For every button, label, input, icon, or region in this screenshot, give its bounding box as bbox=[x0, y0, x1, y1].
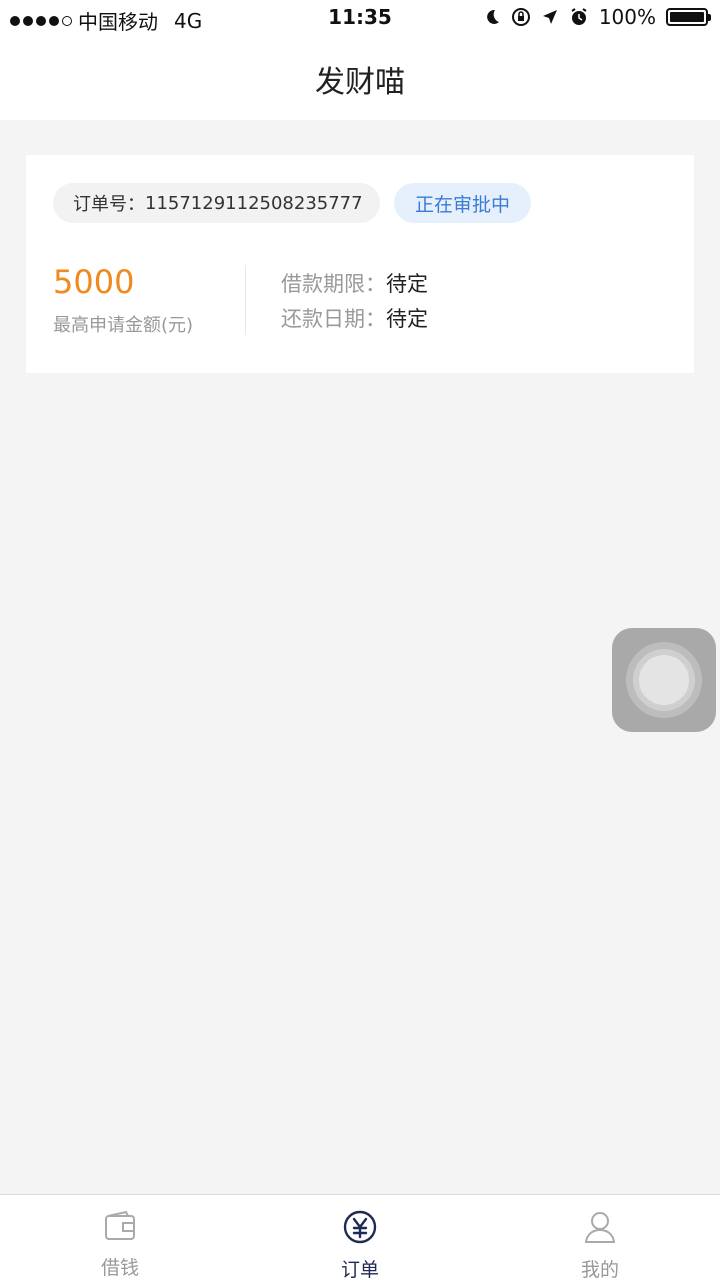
tab-borrow[interactable]: 借钱 bbox=[0, 1195, 240, 1280]
moon-icon bbox=[486, 9, 499, 24]
app-screen: 中国移动 4G 11:35 100% 发财喵 订单号： 115712911250… bbox=[0, 0, 720, 1280]
tab-bar: 借钱 订单 我的 bbox=[0, 1194, 720, 1280]
loan-term-label: 借款期限： bbox=[281, 272, 386, 296]
battery-icon bbox=[666, 8, 711, 26]
page-title: 发财喵 bbox=[315, 65, 405, 100]
repay-date-row: 还款日期：待定 bbox=[281, 303, 428, 333]
status-badge: 正在审批中 bbox=[394, 183, 531, 223]
battery-percent: 100% bbox=[598, 5, 656, 29]
order-number: 1157129112508235777 bbox=[145, 192, 363, 214]
nav-bar: 发财喵 bbox=[0, 38, 720, 120]
repay-date-value: 待定 bbox=[386, 307, 428, 331]
wallet-icon bbox=[100, 1209, 140, 1243]
yen-icon bbox=[340, 1209, 380, 1245]
order-card[interactable]: 订单号： 1157129112508235777 正在审批中 5000 最高申请… bbox=[26, 155, 694, 373]
repay-date-label: 还款日期： bbox=[281, 307, 386, 331]
assistive-touch-button[interactable] bbox=[612, 628, 716, 732]
tab-orders[interactable]: 订单 bbox=[240, 1195, 480, 1280]
tab-label: 借钱 bbox=[100, 1257, 139, 1279]
order-number-label: 订单号： bbox=[73, 194, 145, 215]
vertical-divider bbox=[245, 265, 246, 335]
loan-term-row: 借款期限：待定 bbox=[281, 268, 428, 298]
user-icon bbox=[580, 1209, 620, 1245]
order-number-pill: 订单号： 1157129112508235777 bbox=[53, 183, 380, 223]
loan-term-value: 待定 bbox=[386, 272, 428, 296]
tab-label: 订单 bbox=[340, 1259, 379, 1280]
rotation-lock-icon bbox=[511, 8, 530, 26]
amount-label: 最高申请金额(元) bbox=[53, 315, 194, 336]
alarm-icon bbox=[571, 8, 587, 25]
status-bar: 中国移动 4G 11:35 100% bbox=[0, 0, 720, 38]
status-right: 100% bbox=[483, 5, 711, 29]
tab-label: 我的 bbox=[580, 1259, 619, 1280]
amount-value: 5000 bbox=[53, 263, 135, 301]
location-icon bbox=[542, 10, 557, 24]
tab-mine[interactable]: 我的 bbox=[480, 1195, 720, 1280]
